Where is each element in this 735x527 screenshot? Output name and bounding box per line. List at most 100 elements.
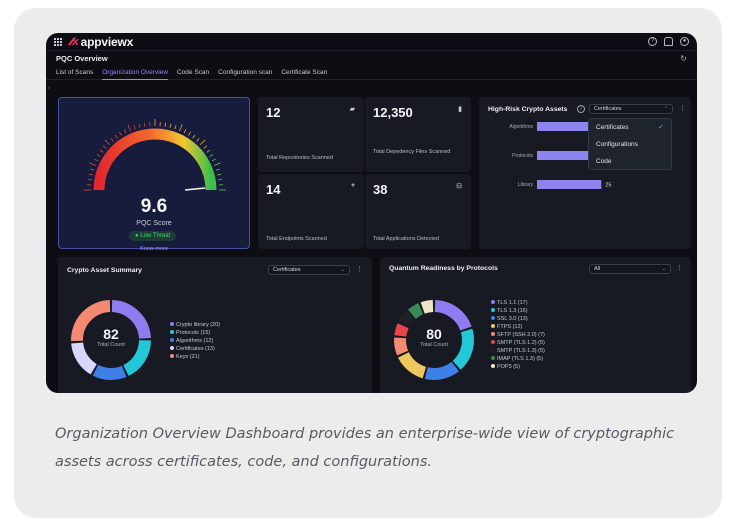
gauge-tick bbox=[217, 173, 222, 176]
gauge-tick bbox=[143, 122, 146, 127]
refresh-icon[interactable]: ↻ bbox=[680, 54, 687, 63]
legend-item[interactable]: IMAP (TLS 1.3) (5) bbox=[491, 355, 545, 363]
legend-item[interactable]: Algorithms (12) bbox=[170, 337, 220, 345]
gauge-tick bbox=[119, 131, 122, 136]
dashboard-screenshot: ⁄⁄⁄x appviewx ? ● PQC Overview ↻ List of… bbox=[46, 33, 697, 393]
protocol-filter-select[interactable]: All ⌄ bbox=[589, 264, 671, 274]
donut-slice[interactable] bbox=[398, 351, 427, 379]
tab-list-of-scans[interactable]: List of Scans bbox=[56, 66, 93, 80]
legend-label: POP3 (5) bbox=[497, 364, 520, 370]
gauge-tick bbox=[179, 124, 183, 132]
dropdown-option-code[interactable]: Code bbox=[589, 153, 671, 170]
tab-organization-overview[interactable]: Organization Overview bbox=[102, 66, 168, 80]
donut-total-label: Total Count bbox=[97, 342, 125, 348]
stat-applications: 38 ⊟ Total Applications Detected bbox=[365, 174, 471, 249]
donut-center: 80 Total Count bbox=[389, 326, 479, 348]
gauge-tick bbox=[213, 162, 221, 166]
legend-item[interactable]: SMTP (TLS 1.2) (5) bbox=[491, 339, 545, 347]
gauge-tick bbox=[188, 131, 191, 136]
stat-label: Total Applications Detected bbox=[373, 236, 440, 242]
sidebar-expand-icon[interactable]: › bbox=[48, 85, 50, 92]
legend-dot bbox=[491, 364, 495, 368]
gauge-tick bbox=[87, 178, 92, 181]
legend-label: FTPS (12) bbox=[497, 324, 523, 330]
gauge-tick bbox=[94, 158, 99, 162]
gauge-tick bbox=[211, 158, 216, 162]
legend-item[interactable]: TLS 1.3 (16) bbox=[491, 307, 545, 315]
donut-slice[interactable] bbox=[424, 361, 459, 380]
gauge-arc bbox=[93, 128, 217, 191]
stat-label: Total Endpoints Scanned bbox=[266, 236, 327, 242]
donut-slice[interactable] bbox=[407, 303, 424, 319]
dropdown-option-certificates[interactable]: Certificates ✓ bbox=[589, 119, 671, 136]
legend-item[interactable]: Keys (21) bbox=[170, 353, 220, 361]
legend-dot bbox=[170, 330, 174, 334]
gauge-tick bbox=[133, 125, 136, 130]
gauge-tick bbox=[103, 145, 107, 149]
legend-item[interactable]: Certificates (13) bbox=[170, 345, 220, 353]
legend-item[interactable]: TLS 1.1 (17) bbox=[491, 299, 545, 307]
gauge-tick bbox=[183, 129, 187, 134]
option-label: Configurations bbox=[596, 141, 638, 148]
quantum-readiness-panel: Quantum Readiness by Protocols All ⌄ ⋮ 8… bbox=[380, 257, 691, 393]
quantum-readiness-legend: TLS 1.1 (17) TLS 1.3 (16) SSL 3.0 (13) FTPS… bbox=[491, 299, 545, 371]
chevron-down-icon: ⌄ bbox=[340, 267, 345, 273]
legend-item[interactable]: SSL 3.0 (13) bbox=[491, 315, 545, 323]
gauge-needle bbox=[184, 187, 206, 191]
bar-label: Algorithms bbox=[509, 124, 533, 130]
bar[interactable] bbox=[537, 180, 602, 189]
donut-center: 82 Total Count bbox=[66, 326, 156, 348]
user-avatar-icon[interactable]: ● bbox=[680, 37, 689, 46]
check-circle-icon: ● bbox=[135, 233, 139, 239]
kebab-menu-icon[interactable]: ⋮ bbox=[356, 265, 363, 273]
know-more-link[interactable]: Know more bbox=[59, 246, 249, 252]
donut-slice[interactable] bbox=[420, 300, 434, 314]
brand-name: appviewx bbox=[80, 34, 134, 49]
pqc-score-label: PQC Score bbox=[136, 220, 172, 227]
gauge-tick bbox=[99, 149, 104, 153]
app-grid-icon[interactable] bbox=[54, 37, 62, 46]
donut-slice[interactable] bbox=[398, 311, 415, 327]
legend-label: Keys (21) bbox=[176, 354, 200, 360]
legend-item[interactable]: SFTP (SSH 2.0) (7) bbox=[491, 331, 545, 339]
donut-total-label: Total Count bbox=[420, 342, 448, 348]
legend-item[interactable]: Protocols (15) bbox=[170, 329, 220, 337]
legend-item[interactable]: Crypto library (20) bbox=[170, 321, 220, 329]
help-icon[interactable]: ? bbox=[648, 37, 657, 46]
legend-label: Protocols (15) bbox=[176, 330, 211, 336]
legend-dot bbox=[491, 356, 495, 360]
legend-label: Certificates (13) bbox=[176, 346, 215, 352]
stat-label: Total Depedency Files Scanned bbox=[373, 149, 451, 155]
tab-code-scan[interactable]: Code Scan bbox=[177, 66, 209, 80]
kebab-menu-icon[interactable]: ⋮ bbox=[676, 264, 683, 272]
donut-slice[interactable] bbox=[92, 364, 127, 380]
tab-certificate-scan[interactable]: Certificate Scan bbox=[281, 66, 327, 80]
legend-item[interactable]: SMTP (TLS 1.3) (5) bbox=[491, 347, 545, 355]
gauge-tick bbox=[138, 123, 141, 128]
threat-badge: ● Low Threat bbox=[129, 231, 177, 241]
tab-configuration-scan[interactable]: Configuration scan bbox=[218, 66, 272, 80]
gauge-tick bbox=[96, 154, 101, 157]
pqc-gauge bbox=[84, 119, 226, 191]
select-value: Certificates bbox=[273, 267, 301, 273]
figure-caption: Organization Overview Dashboard provides… bbox=[55, 426, 675, 470]
legend-dot bbox=[491, 332, 495, 336]
legend-dot bbox=[491, 308, 495, 312]
dropdown-option-configurations[interactable]: Configurations bbox=[589, 136, 671, 153]
legend-item[interactable]: POP3 (5) bbox=[491, 363, 545, 371]
gauge-tick bbox=[89, 162, 97, 166]
page-title: PQC Overview bbox=[56, 54, 108, 63]
gauge-tick bbox=[215, 168, 220, 171]
legend-item[interactable]: FTPS (12) bbox=[491, 323, 545, 331]
page-header: PQC Overview ↻ bbox=[46, 51, 697, 66]
gauge-tick bbox=[127, 124, 131, 132]
brand-logo[interactable]: ⁄⁄⁄x appviewx bbox=[70, 35, 133, 49]
apps-icon: ⊟ bbox=[456, 183, 462, 190]
legend-dot bbox=[491, 300, 495, 304]
bell-icon[interactable] bbox=[664, 37, 673, 46]
asterisk-icon: * bbox=[351, 182, 355, 193]
legend-label: TLS 1.1 (17) bbox=[497, 300, 528, 306]
legend-label: SMTP (TLS 1.3) (5) bbox=[497, 348, 545, 354]
gauge-tick bbox=[174, 125, 177, 130]
summary-type-select[interactable]: Certificates ⌄ bbox=[268, 265, 350, 275]
